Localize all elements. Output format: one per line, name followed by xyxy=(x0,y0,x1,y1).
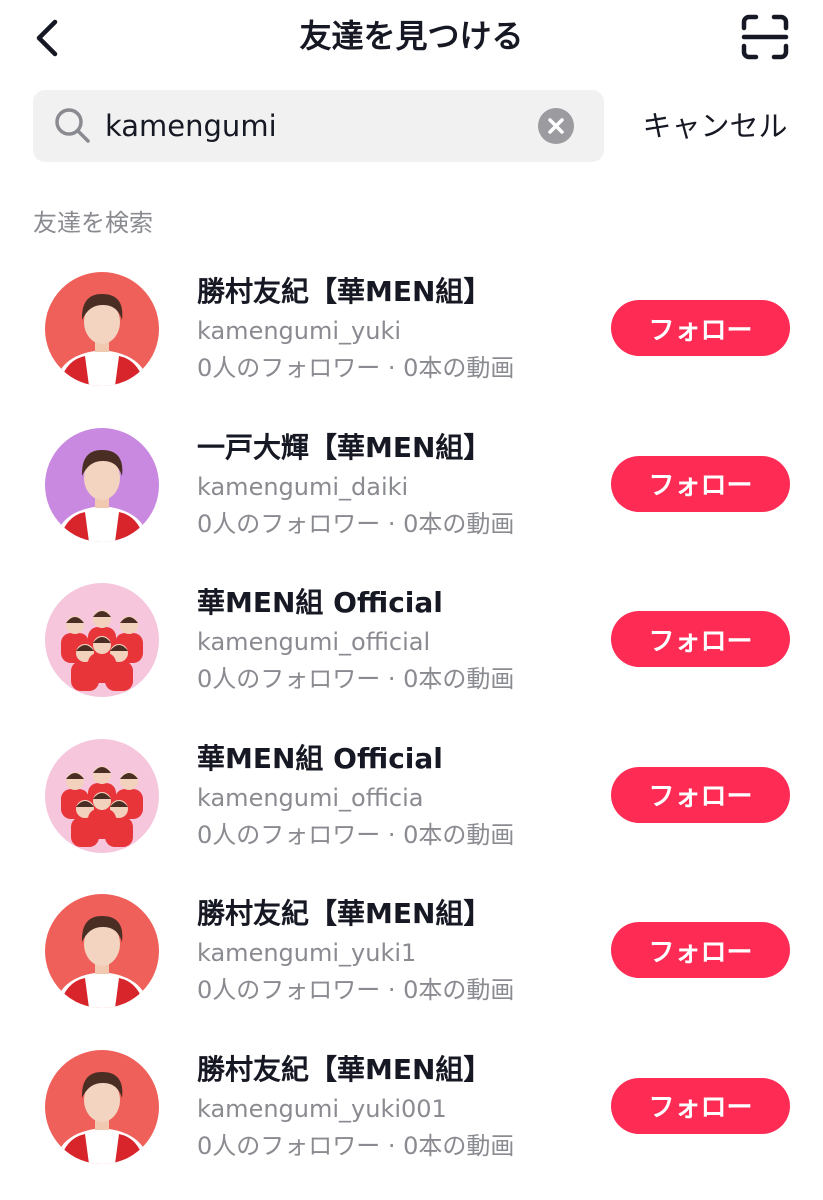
page-title: 友達を見つける xyxy=(299,17,524,55)
chevron-left-icon xyxy=(36,19,58,57)
follow-button[interactable]: フォロー xyxy=(611,766,790,823)
follower-video-stats: 0人のフォロワー · 0本の動画 xyxy=(197,820,515,849)
profile-photo xyxy=(45,894,159,1008)
follower-video-stats: 0人のフォロワー · 0本の動画 xyxy=(197,665,515,693)
cancel-button[interactable]: キャンセル xyxy=(630,104,800,148)
user-result-row[interactable]: 華MEN組 Official kamengumi_official 0人のフォロ… xyxy=(0,569,823,725)
user-result-row[interactable]: 華MEN組 Official kamengumi_officia 0人のフォロワ… xyxy=(0,725,823,881)
user-result-row[interactable]: 勝村友紀【華MEN組】 kamengumi_yuki 0人のフォロワー · 0本… xyxy=(0,258,823,414)
display-name: 勝村友紀【華MEN組】 xyxy=(197,897,492,930)
follower-video-stats: 0人のフォロワー · 0本の動画 xyxy=(197,1131,515,1160)
profile-photo xyxy=(45,272,159,386)
search-icon xyxy=(55,108,90,143)
back-button[interactable] xyxy=(28,18,68,58)
username: kamengumi_yuki1 xyxy=(197,939,417,967)
follower-video-stats: 0人のフォロワー · 0本の動画 xyxy=(197,509,515,538)
display-name: 華MEN組 Official xyxy=(197,586,443,619)
display-name: 勝村友紀【華MEN組】 xyxy=(197,1052,492,1086)
group-photo xyxy=(45,583,159,697)
avatar[interactable] xyxy=(45,894,159,1008)
username: kamengumi_official xyxy=(197,628,431,656)
avatar[interactable] xyxy=(45,272,159,386)
follow-button[interactable]: フォロー xyxy=(611,922,790,978)
group-photo xyxy=(45,738,159,853)
top-bar: 友達を見つける xyxy=(0,0,823,72)
search-bar xyxy=(33,90,604,162)
profile-photo xyxy=(45,427,159,542)
follower-video-stats: 0人のフォロワー · 0本の動画 xyxy=(197,354,515,382)
avatar[interactable] xyxy=(45,738,159,853)
username: kamengumi_yuki001 xyxy=(197,1094,447,1123)
search-input[interactable] xyxy=(105,104,545,148)
follow-button[interactable]: フォロー xyxy=(611,611,790,667)
follower-video-stats: 0人のフォロワー · 0本の動画 xyxy=(197,976,515,1004)
search-results-list: 勝村友紀【華MEN組】 kamengumi_yuki 0人のフォロワー · 0本… xyxy=(0,258,823,1191)
avatar[interactable] xyxy=(45,427,159,542)
username: kamengumi_yuki xyxy=(197,317,402,345)
qr-scan-icon xyxy=(741,14,789,60)
clear-icon xyxy=(548,118,564,134)
avatar[interactable] xyxy=(45,583,159,697)
profile-photo xyxy=(45,1049,159,1164)
follow-button[interactable]: フォロー xyxy=(611,455,790,512)
display-name: 華MEN組 Official xyxy=(197,741,443,775)
user-result-row[interactable]: 勝村友紀【華MEN組】 kamengumi_yuki1 0人のフォロワー · 0… xyxy=(0,880,823,1036)
username: kamengumi_officia xyxy=(197,783,424,812)
avatar[interactable] xyxy=(45,1049,159,1164)
section-heading: 友達を検索 xyxy=(33,209,153,237)
display-name: 一戸大輝【華MEN組】 xyxy=(197,430,492,464)
display-name: 勝村友紀【華MEN組】 xyxy=(197,275,492,308)
follow-button[interactable]: フォロー xyxy=(611,1077,790,1134)
user-result-row[interactable]: 勝村友紀【華MEN組】 kamengumi_yuki001 0人のフォロワー ·… xyxy=(0,1036,823,1192)
follow-button[interactable]: フォロー xyxy=(611,300,790,356)
scan-button[interactable] xyxy=(740,14,790,60)
user-result-row[interactable]: 一戸大輝【華MEN組】 kamengumi_daiki 0人のフォロワー · 0… xyxy=(0,414,823,570)
clear-search-button[interactable] xyxy=(538,108,574,144)
username: kamengumi_daiki xyxy=(197,472,409,501)
